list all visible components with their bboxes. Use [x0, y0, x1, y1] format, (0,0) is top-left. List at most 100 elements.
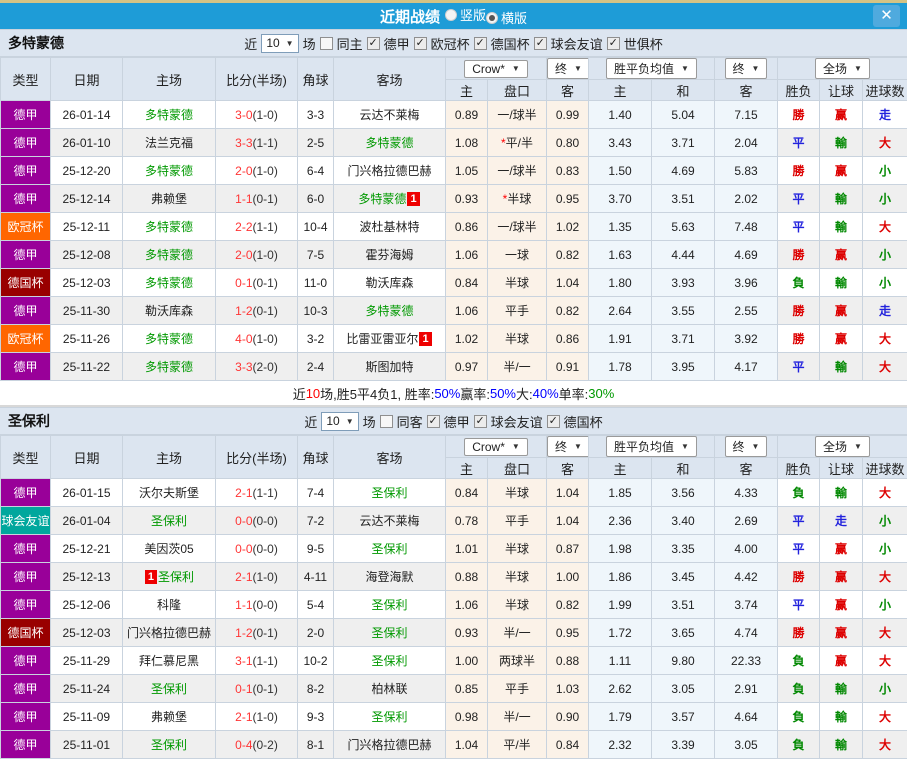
dropdown-label: 胜平负均值	[614, 438, 674, 455]
odds-away-cell: 1.04	[547, 479, 589, 507]
odds-provider-dropdown[interactable]: Crow*▼	[464, 438, 528, 456]
games-label: 场	[363, 412, 376, 431]
league-checkbox[interactable]: ✓	[474, 415, 487, 428]
odds-away-cell: 1.02	[547, 213, 589, 241]
away-team-cell: 比雷亚雷亚尔1	[334, 325, 446, 353]
odds-home-cell: 1.05	[446, 157, 488, 185]
table-row: 德甲25-11-30勒沃库森1-2(0-1)10-3多特蒙德1.06平手0.82…	[1, 297, 907, 325]
score-cell: 1-2(0-1)	[216, 297, 298, 325]
odds-home-cell: 0.88	[446, 563, 488, 591]
full-score: 0-1	[235, 276, 252, 290]
league-checkbox[interactable]: ✓	[547, 415, 560, 428]
modal-title: 近期战绩	[380, 6, 440, 27]
corner-cell: 8-1	[298, 731, 334, 759]
final-avg-dropdown[interactable]: 终▼	[725, 58, 768, 79]
odds-home-cell: 1.08	[446, 129, 488, 157]
odds-away-cell: 0.80	[547, 129, 589, 157]
date-cell: 25-12-20	[51, 157, 123, 185]
avg-odds-dropdown[interactable]: 胜平负均值▼	[606, 436, 697, 457]
odds-value: 0.82	[556, 248, 579, 262]
result-wl-cell: 平	[778, 507, 820, 535]
titlebar: 近期战绩 竖版横版 ✕	[0, 3, 907, 29]
result-wl-cell: 平	[778, 591, 820, 619]
date-cell: 25-11-22	[51, 353, 123, 381]
score-cell: 2-1(1-0)	[216, 703, 298, 731]
type-cell: 德甲	[1, 353, 51, 381]
final-odds-dropdown[interactable]: 终▼	[547, 436, 589, 457]
home-team-cell: 多特蒙德	[123, 101, 216, 129]
team-label: 多特蒙德	[365, 136, 413, 150]
result-wl-cell: 負	[778, 647, 820, 675]
final-avg-dropdown[interactable]: 终▼	[725, 436, 768, 457]
full-score: 2-0	[235, 248, 252, 262]
half-score: (0-1)	[253, 192, 278, 206]
odds-away-cell: 0.99	[547, 101, 589, 129]
odds-value: 0.84	[455, 276, 478, 290]
scope-dropdown[interactable]: 全场▼	[815, 58, 870, 79]
result-wl-cell: 平	[778, 213, 820, 241]
col-odds-away: 客	[547, 458, 589, 479]
handicap-line-cell: 平手	[488, 507, 547, 535]
odds-value: 0.98	[455, 710, 478, 724]
filters-bar: 近10▼场✓同客✓德甲✓球会友谊✓德国杯	[304, 412, 602, 431]
table-row: 德甲26-01-14多特蒙德3-0(1-0)3-3云达不莱梅0.89一/球半0.…	[1, 101, 907, 129]
result-wl-cell: 平	[778, 535, 820, 563]
avg-away-cell: 3.96	[715, 269, 778, 297]
result-wl-cell: 負	[778, 703, 820, 731]
table-row: 德甲25-12-20多特蒙德2-0(1-0)6-4门兴格拉德巴赫1.05一/球半…	[1, 157, 907, 185]
result-wl-cell: 負	[778, 479, 820, 507]
odds-value: 0.84	[556, 738, 579, 752]
league-checkbox[interactable]: ✓	[367, 37, 380, 50]
league-checkbox[interactable]: ✓	[474, 37, 487, 50]
avg-draw-cell: 3.05	[652, 675, 715, 703]
close-button[interactable]: ✕	[873, 5, 900, 27]
odds-value: 0.87	[556, 542, 579, 556]
team-name: 圣保利	[8, 411, 50, 431]
scope-dropdown[interactable]: 全场▼	[815, 436, 870, 457]
odds-value: 0.93	[455, 626, 478, 640]
odds-value: 0.88	[455, 570, 478, 584]
titlebar-center: 近期战绩 竖版横版	[0, 5, 907, 27]
dropdown-cell: 终▼	[547, 436, 589, 458]
full-score: 2-1	[235, 570, 252, 584]
type-cell: 德甲	[1, 129, 51, 157]
table-row: 德甲25-11-22多特蒙德3-3(2-0)2-4斯图加特0.97半/一0.91…	[1, 353, 907, 381]
same-side-checkbox[interactable]: ✓	[380, 415, 393, 428]
odds-provider-dropdown[interactable]: Crow*▼	[464, 60, 528, 78]
avg-draw-cell: 3.95	[652, 353, 715, 381]
team-label: 云达不莱梅	[359, 514, 419, 528]
filters-bar: 近10▼场✓同主✓德甲✓欧冠杯✓德国杯✓球会友谊✓世俱杯	[244, 34, 662, 53]
same-side-checkbox[interactable]: ✓	[320, 37, 333, 50]
odds-home-cell: 0.84	[446, 269, 488, 297]
date-cell: 25-12-06	[51, 591, 123, 619]
avg-odds-dropdown[interactable]: 胜平负均值▼	[606, 58, 697, 79]
full-score: 0-4	[235, 738, 252, 752]
team-label: 法兰克福	[145, 136, 193, 150]
result-goals-cell: 大	[863, 619, 907, 647]
match-count-select[interactable]: 10▼	[321, 412, 358, 431]
type-cell: 德甲	[1, 591, 51, 619]
result-handicap-cell: 輸	[820, 675, 863, 703]
half-score: (0-0)	[253, 542, 278, 556]
league-checkbox[interactable]: ✓	[607, 37, 620, 50]
layout-radio-horizontal[interactable]: 横版	[486, 8, 527, 27]
layout-radio-vertical[interactable]: 竖版	[445, 5, 486, 24]
result-goals-cell: 大	[863, 479, 907, 507]
final-odds-dropdown[interactable]: 终▼	[547, 58, 589, 79]
odds-value: 0.89	[455, 108, 478, 122]
result-goals-cell: 小	[863, 157, 907, 185]
away-team-cell: 云达不莱梅	[334, 101, 446, 129]
corner-cell: 11-0	[298, 269, 334, 297]
match-count-select[interactable]: 10▼	[261, 34, 298, 53]
league-checkbox[interactable]: ✓	[427, 415, 440, 428]
chevron-down-icon: ▼	[286, 39, 294, 48]
league-checkbox[interactable]: ✓	[414, 37, 427, 50]
avg-home-cell: 2.36	[589, 507, 652, 535]
dropdown-cell: 胜平负均值▼	[589, 436, 715, 458]
league-checkbox[interactable]: ✓	[534, 37, 547, 50]
team-label: 圣保利	[151, 682, 187, 696]
result-handicap-cell: 輸	[820, 703, 863, 731]
table-row: 德甲25-11-09弗赖堡2-1(1-0)9-3圣保利0.98半/一0.901.…	[1, 703, 907, 731]
result-handicap-cell: 輸	[820, 731, 863, 759]
avg-away-cell: 4.42	[715, 563, 778, 591]
